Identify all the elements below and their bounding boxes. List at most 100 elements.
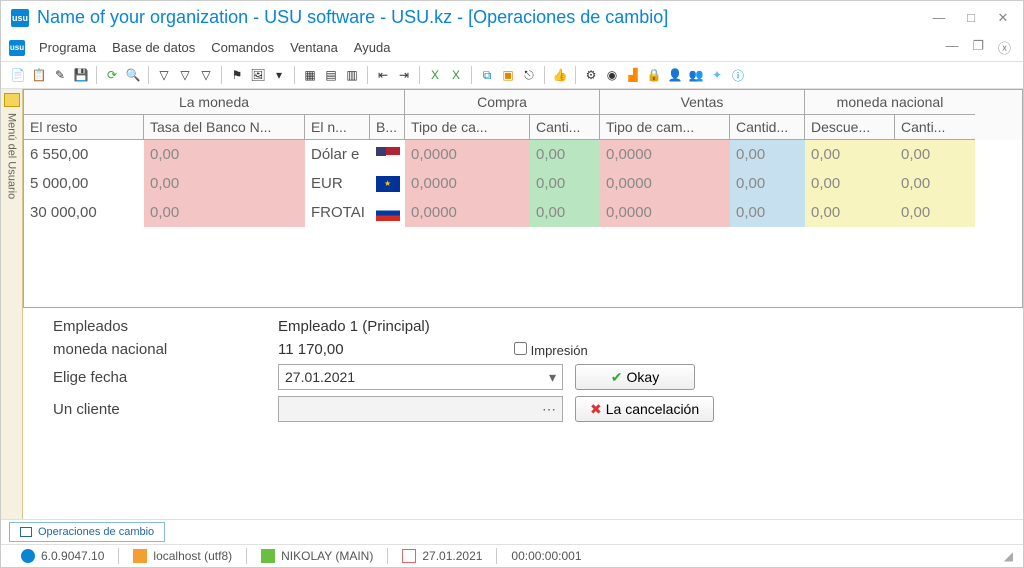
- chevron-down-icon[interactable]: ▾: [549, 369, 556, 386]
- empleados-value: Empleado 1 (Principal): [278, 318, 430, 335]
- edit-icon[interactable]: ✎: [51, 66, 69, 84]
- app-logo-small-icon: usu: [9, 40, 25, 56]
- back-icon[interactable]: ⇤: [374, 66, 392, 84]
- data-grid: La moneda Compra Ventas moneda nacional …: [23, 89, 1023, 308]
- col-cantic[interactable]: Canti...: [530, 115, 600, 140]
- col-nombre[interactable]: El n...: [305, 115, 370, 140]
- titlebar: usu Name of your organization - USU soft…: [1, 1, 1023, 34]
- col-desc[interactable]: Descue...: [805, 115, 895, 140]
- cancel-label: La cancelación: [606, 401, 699, 417]
- filter-icon[interactable]: ▽: [155, 66, 173, 84]
- menu-ventana[interactable]: Ventana: [282, 36, 346, 59]
- chevron-down-icon[interactable]: ▾: [270, 66, 288, 84]
- flag-ru-icon: [376, 205, 400, 221]
- impresion-checkbox[interactable]: [514, 342, 527, 355]
- status-timer: 00:00:00:001: [511, 549, 581, 563]
- filter3-icon[interactable]: ▽: [197, 66, 215, 84]
- nacional-label: moneda nacional: [53, 341, 278, 358]
- menu-programa[interactable]: Programa: [31, 36, 104, 59]
- status-date: 27.01.2021: [422, 549, 482, 563]
- excel2-icon[interactable]: X: [447, 66, 465, 84]
- resize-grip-icon[interactable]: ◢: [1004, 549, 1013, 563]
- color-icon[interactable]: ◉: [603, 66, 621, 84]
- user-status-icon: [261, 549, 275, 563]
- form-panel: Empleados Empleado 1 (Principal) moneda …: [23, 308, 1023, 438]
- col-group-ventas[interactable]: Ventas: [600, 90, 805, 115]
- col-tipov[interactable]: Tipo de cam...: [600, 115, 730, 140]
- save-icon[interactable]: 💾: [72, 66, 90, 84]
- menubar: usu Programa Base de datos Comandos Vent…: [1, 34, 1023, 62]
- mdi-restore-button[interactable]: ❐: [968, 36, 988, 59]
- cancel-button[interactable]: ✖La cancelación: [575, 396, 714, 422]
- grid2-icon[interactable]: ▤: [322, 66, 340, 84]
- close-button[interactable]: ✕: [993, 8, 1013, 28]
- col-tipoc[interactable]: Tipo de ca...: [405, 115, 530, 140]
- empleados-label: Empleados: [53, 318, 278, 335]
- col-group-nacional[interactable]: moneda nacional: [805, 90, 975, 115]
- sidebar[interactable]: Menú del Usuario: [1, 89, 23, 519]
- filter2-icon[interactable]: ▽: [176, 66, 194, 84]
- wand-icon[interactable]: ✦: [708, 66, 726, 84]
- cliente-input[interactable]: ⋯: [278, 396, 563, 422]
- grid1-icon[interactable]: ▦: [301, 66, 319, 84]
- exit-icon[interactable]: ⎋: [520, 66, 538, 84]
- window2-icon[interactable]: ▣: [499, 66, 517, 84]
- tab-label: Operaciones de cambio: [38, 526, 154, 538]
- col-group-moneda[interactable]: La moneda: [24, 90, 405, 115]
- table-row[interactable]: 30 000,000,00FROTAI0,00000,000,00000,000…: [24, 198, 1022, 227]
- fecha-input[interactable]: 27.01.2021 ▾: [278, 364, 563, 390]
- fecha-label: Elige fecha: [53, 369, 278, 386]
- minimize-button[interactable]: —: [929, 8, 949, 28]
- search-icon[interactable]: 🔍: [124, 66, 142, 84]
- menu-ayuda[interactable]: Ayuda: [346, 36, 399, 59]
- tab-operaciones[interactable]: Operaciones de cambio: [9, 522, 165, 542]
- fecha-value: 27.01.2021: [285, 369, 355, 385]
- status-user: NIKOLAY (MAIN): [281, 549, 373, 563]
- col-cantiv[interactable]: Cantid...: [730, 115, 805, 140]
- window-title: Name of your organization - USU software…: [37, 7, 917, 28]
- menu-comandos[interactable]: Comandos: [203, 36, 282, 59]
- table-row[interactable]: 5 000,000,00EUR0,00000,000,00000,000,000…: [24, 169, 1022, 198]
- window-icon[interactable]: ⧉: [478, 66, 496, 84]
- new-icon[interactable]: 📄: [9, 66, 27, 84]
- ellipsis-icon[interactable]: ⋯: [542, 401, 556, 418]
- gear-icon[interactable]: ⚙: [582, 66, 600, 84]
- users-icon[interactable]: 👥: [687, 66, 705, 84]
- col-bandera[interactable]: B...: [370, 115, 405, 140]
- status-version: 6.0.9047.10: [41, 549, 104, 563]
- folder-icon: [4, 93, 20, 107]
- toolbar: 📄 📋 ✎ 💾 ⟳ 🔍 ▽ ▽ ▽ ⚑ 🖼 ▾ ▦ ▤ ▥ ⇤ ⇥ X X ⧉ …: [1, 62, 1023, 89]
- refresh-icon[interactable]: ⟳: [103, 66, 121, 84]
- mdi-minimize-button[interactable]: —: [941, 36, 962, 59]
- status-host: localhost (utf8): [153, 549, 232, 563]
- sidebar-label: Menú del Usuario: [6, 113, 18, 199]
- table-row[interactable]: 6 550,000,00Dólar e0,00000,000,00000,000…: [24, 140, 1022, 169]
- col-group-compra[interactable]: Compra: [405, 90, 600, 115]
- col-tasa[interactable]: Tasa del Banco N...: [144, 115, 305, 140]
- okay-button[interactable]: ✔Okay: [575, 364, 695, 390]
- col-cantin[interactable]: Canti...: [895, 115, 975, 140]
- copy-icon[interactable]: 📋: [30, 66, 48, 84]
- mdi-close-button[interactable]: ⓧ: [994, 36, 1015, 59]
- fwd-icon[interactable]: ⇥: [395, 66, 413, 84]
- cliente-label: Un cliente: [53, 401, 278, 418]
- tab-strip: Operaciones de cambio: [1, 519, 1023, 545]
- database-icon: [133, 549, 147, 563]
- info-icon[interactable]: ⓘ: [729, 66, 747, 84]
- flag-us-icon: [376, 147, 400, 163]
- nacional-value: 11 170,00: [278, 341, 344, 358]
- info-status-icon: [21, 549, 35, 563]
- thumb-icon[interactable]: 👍: [551, 66, 569, 84]
- tab-icon: [20, 527, 32, 537]
- lock-icon[interactable]: 🔒: [645, 66, 663, 84]
- grid3-icon[interactable]: ▥: [343, 66, 361, 84]
- col-resto[interactable]: El resto: [24, 115, 144, 140]
- app-logo-icon: usu: [11, 9, 29, 27]
- user-icon[interactable]: 👤: [666, 66, 684, 84]
- excel-icon[interactable]: X: [426, 66, 444, 84]
- menu-basedatos[interactable]: Base de datos: [104, 36, 203, 59]
- rss-icon[interactable]: ▟: [624, 66, 642, 84]
- flag-icon[interactable]: ⚑: [228, 66, 246, 84]
- maximize-button[interactable]: □: [961, 8, 981, 28]
- image-icon[interactable]: 🖼: [249, 66, 267, 84]
